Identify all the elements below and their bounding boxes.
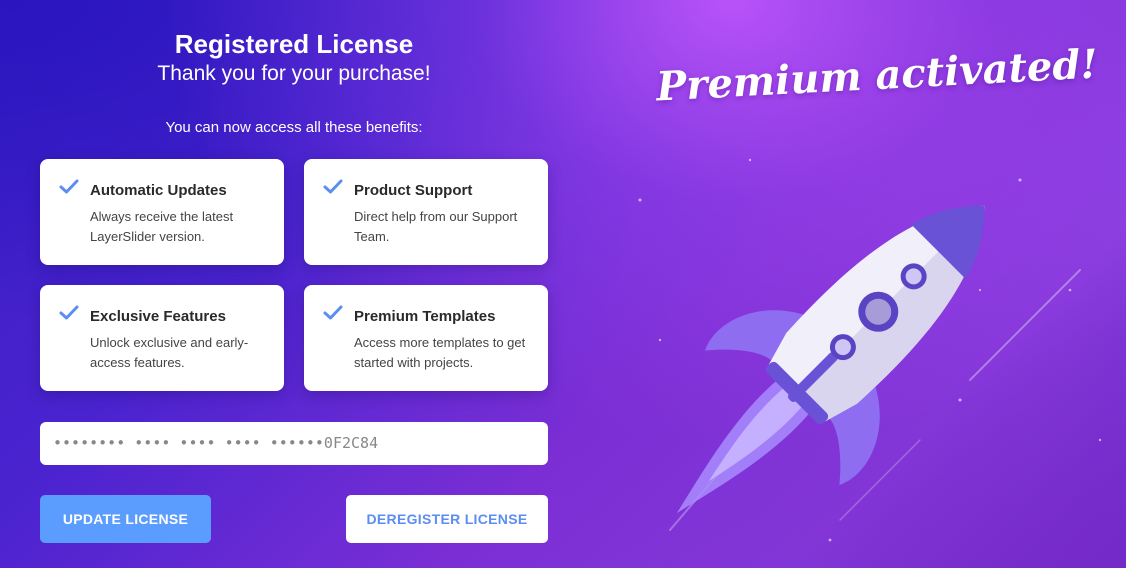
benefit-description: Access more templates to get started wit… [354,335,526,370]
license-key-field[interactable]: •••••••• •••• •••• •••• ••••••0F2C84 [40,422,548,465]
benefit-card-premium-templates: Premium Templates Access more templates … [304,285,548,391]
benefit-description: Unlock exclusive and early-access featur… [90,335,249,370]
checkmark-icon [323,179,343,194]
checkmark-icon [59,179,79,194]
deregister-license-button[interactable]: DEREGISTER LICENSE [346,495,548,543]
checkmark-icon [323,305,343,320]
checkmark-icon [59,305,79,320]
license-panel: Registered License Thank you for your pu… [0,0,590,568]
page-subtitle: Thank you for your purchase! [157,62,431,85]
benefit-description: Direct help from our Support Team. [354,209,518,244]
benefit-description: Always receive the latest LayerSlider ve… [90,209,234,244]
benefit-card-automatic-updates: Automatic Updates Always receive the lat… [40,159,284,265]
page-title: Registered License [174,29,414,59]
benefit-title: Product Support [354,182,473,199]
update-license-button[interactable]: UPDATE LICENSE [40,495,211,543]
benefit-card-product-support: Product Support Direct help from our Sup… [304,159,548,265]
rocket-icon [676,205,985,514]
rocket-illustration [638,158,1102,542]
benefit-title: Exclusive Features [90,308,226,325]
benefit-title: Premium Templates [354,308,496,325]
benefits-intro: You can now access all these benefits: [165,119,423,136]
benefit-card-exclusive-features: Exclusive Features Unlock exclusive and … [40,285,284,391]
benefit-title: Automatic Updates [90,182,227,199]
